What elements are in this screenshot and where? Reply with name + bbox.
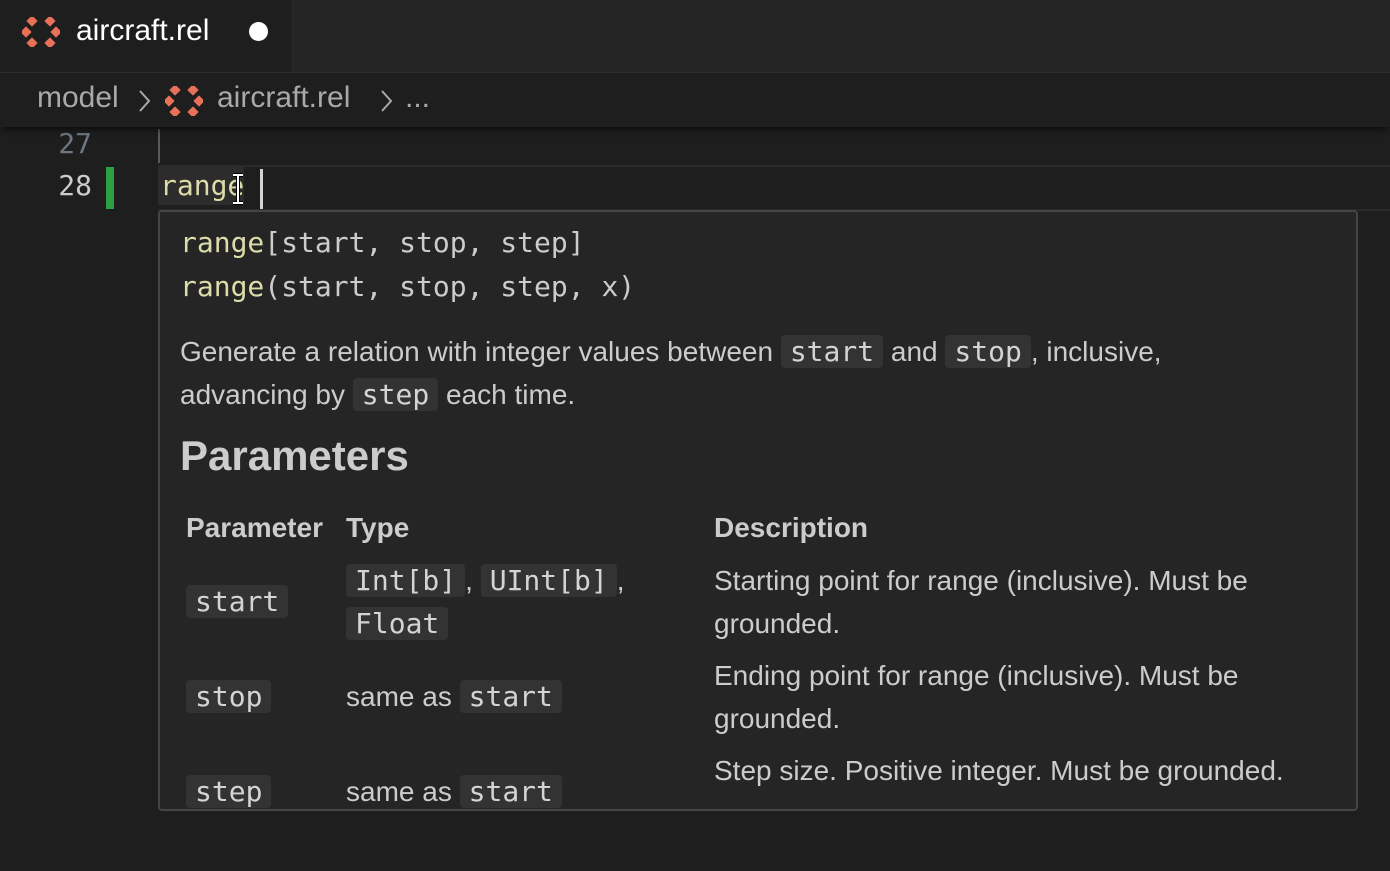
description-text: and — [883, 336, 946, 367]
type-text: same as — [346, 776, 460, 807]
breadcrumb-item-model[interactable]: model — [37, 81, 119, 115]
table-header-description: Description — [714, 512, 869, 543]
ibeam-cursor-icon — [233, 173, 243, 205]
param-type: Int[b], UInt[b], Float — [346, 559, 676, 645]
signature-function-name: range — [180, 226, 265, 259]
hover-documentation-widget[interactable]: range[start, stop, step] range(start, st… — [158, 210, 1358, 811]
signature-function-name: range — [180, 270, 265, 303]
signature-args: (start, stop, step, x) — [264, 270, 636, 303]
line-number: 28 — [58, 169, 92, 202]
table-row: start — [186, 580, 289, 623]
param-description: Starting point for range (inclusive). Mu… — [714, 565, 1248, 639]
table-header-parameter: Parameter — [186, 512, 323, 543]
parameters-heading: Parameters — [180, 432, 409, 479]
param-description: Ending point for range (inclusive). Must… — [714, 660, 1239, 734]
signature-line: range[start, stop, step] — [180, 226, 585, 259]
tab-title: aircraft.rel — [76, 14, 210, 47]
inline-code: start — [780, 335, 884, 368]
type-code: start — [459, 775, 562, 808]
description-text: , inclusive, — [1030, 336, 1162, 367]
inline-code: stop — [945, 335, 1031, 368]
type-code: start — [459, 680, 562, 713]
line-number: 27 — [58, 127, 92, 160]
param-type: same as start — [346, 675, 562, 718]
param-name: stop — [186, 680, 272, 713]
param-type: same as start — [346, 770, 562, 809]
unsaved-dot-icon[interactable] — [249, 22, 268, 41]
param-description: Step size. Positive integer. Must be gro… — [714, 755, 1284, 786]
type-code: UInt[b] — [480, 564, 617, 597]
type-code: Float — [346, 607, 449, 640]
param-name: step — [186, 775, 272, 808]
table-row: step — [186, 770, 272, 809]
table-row: stop — [186, 675, 272, 718]
current-line-highlight — [158, 165, 1390, 211]
modified-line-gutter-indicator — [106, 167, 114, 209]
param-name: start — [186, 585, 289, 618]
chevron-right-icon — [139, 90, 151, 112]
type-code: Int[b] — [346, 564, 466, 597]
signature-args: [start, stop, step] — [264, 226, 585, 259]
tab-bar: aircraft.rel — [0, 0, 1390, 73]
rel-file-icon — [22, 17, 60, 47]
editor-tab[interactable]: aircraft.rel — [0, 0, 293, 72]
breadcrumb-item-more[interactable]: ... — [405, 81, 430, 115]
breadcrumb: model aircraft.rel ... — [0, 73, 1390, 127]
type-text: same as — [346, 681, 460, 712]
table-header-type: Type — [346, 512, 410, 543]
chevron-right-icon — [381, 90, 393, 112]
rel-file-icon — [165, 86, 203, 116]
signature-line: range(start, stop, step, x) — [180, 270, 635, 303]
text-caret — [260, 169, 263, 209]
description-text: each time. — [438, 379, 576, 410]
inline-code: step — [352, 378, 439, 411]
indent-guide — [158, 129, 160, 163]
function-description: Generate a relation with integer values … — [180, 330, 1330, 416]
description-text: Generate a relation with integer values … — [180, 336, 781, 367]
breadcrumb-item-file[interactable]: aircraft.rel — [217, 81, 350, 115]
description-text: advancing by — [180, 379, 353, 410]
